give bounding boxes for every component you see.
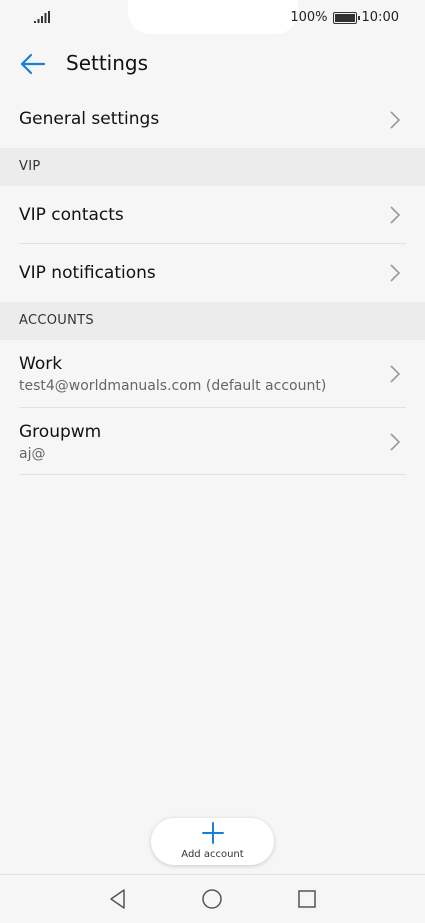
navigation-bar (0, 874, 425, 923)
triangle-back-icon[interactable] (107, 888, 129, 910)
add-account-button[interactable]: Add account (151, 818, 274, 865)
chevron-right-icon (390, 264, 401, 282)
chevron-right-icon (390, 206, 401, 224)
section-header-vip: VIP (0, 148, 425, 186)
square-recents-icon[interactable] (296, 888, 318, 910)
account-email: test4@worldmanuals.com (default account) (19, 378, 327, 394)
plus-icon (202, 822, 224, 844)
section-header-vip-label: VIP (19, 159, 41, 174)
add-account-label: Add account (181, 849, 244, 860)
chevron-right-icon (390, 111, 401, 129)
vip-notifications-label: VIP notifications (19, 263, 156, 283)
account-item-work[interactable]: Work test4@worldmanuals.com (default acc… (0, 340, 425, 408)
chevron-right-icon (390, 433, 401, 451)
general-settings-item[interactable]: General settings (0, 92, 425, 148)
status-indicators: 100% 10:00 (290, 10, 399, 25)
arrow-left-icon[interactable] (16, 50, 48, 78)
account-name: Work (19, 354, 63, 374)
battery-icon (332, 11, 360, 24)
account-name: Groupwm (19, 422, 102, 442)
vip-notifications-item[interactable]: VIP notifications (0, 244, 425, 302)
app-bar: Settings (0, 36, 425, 93)
battery-percent: 100% (290, 10, 328, 25)
settings-list: General settings VIP VIP contacts VIP no… (0, 92, 425, 475)
account-email: aj@ (19, 446, 46, 462)
account-item-groupwm[interactable]: Groupwm aj@ (0, 408, 425, 475)
circle-home-icon[interactable] (201, 888, 223, 910)
general-settings-label: General settings (19, 109, 160, 129)
clock: 10:00 (361, 10, 399, 25)
chevron-right-icon (390, 365, 401, 383)
section-header-accounts: ACCOUNTS (0, 302, 425, 340)
display-notch (128, 0, 298, 34)
section-header-accounts-label: ACCOUNTS (19, 313, 94, 328)
vip-contacts-item[interactable]: VIP contacts (0, 186, 425, 244)
status-bar: 100% 10:00 (0, 0, 425, 36)
vip-contacts-label: VIP contacts (19, 205, 124, 225)
signal-icon (34, 11, 50, 23)
page-title: Settings (66, 51, 149, 75)
divider (19, 474, 406, 475)
